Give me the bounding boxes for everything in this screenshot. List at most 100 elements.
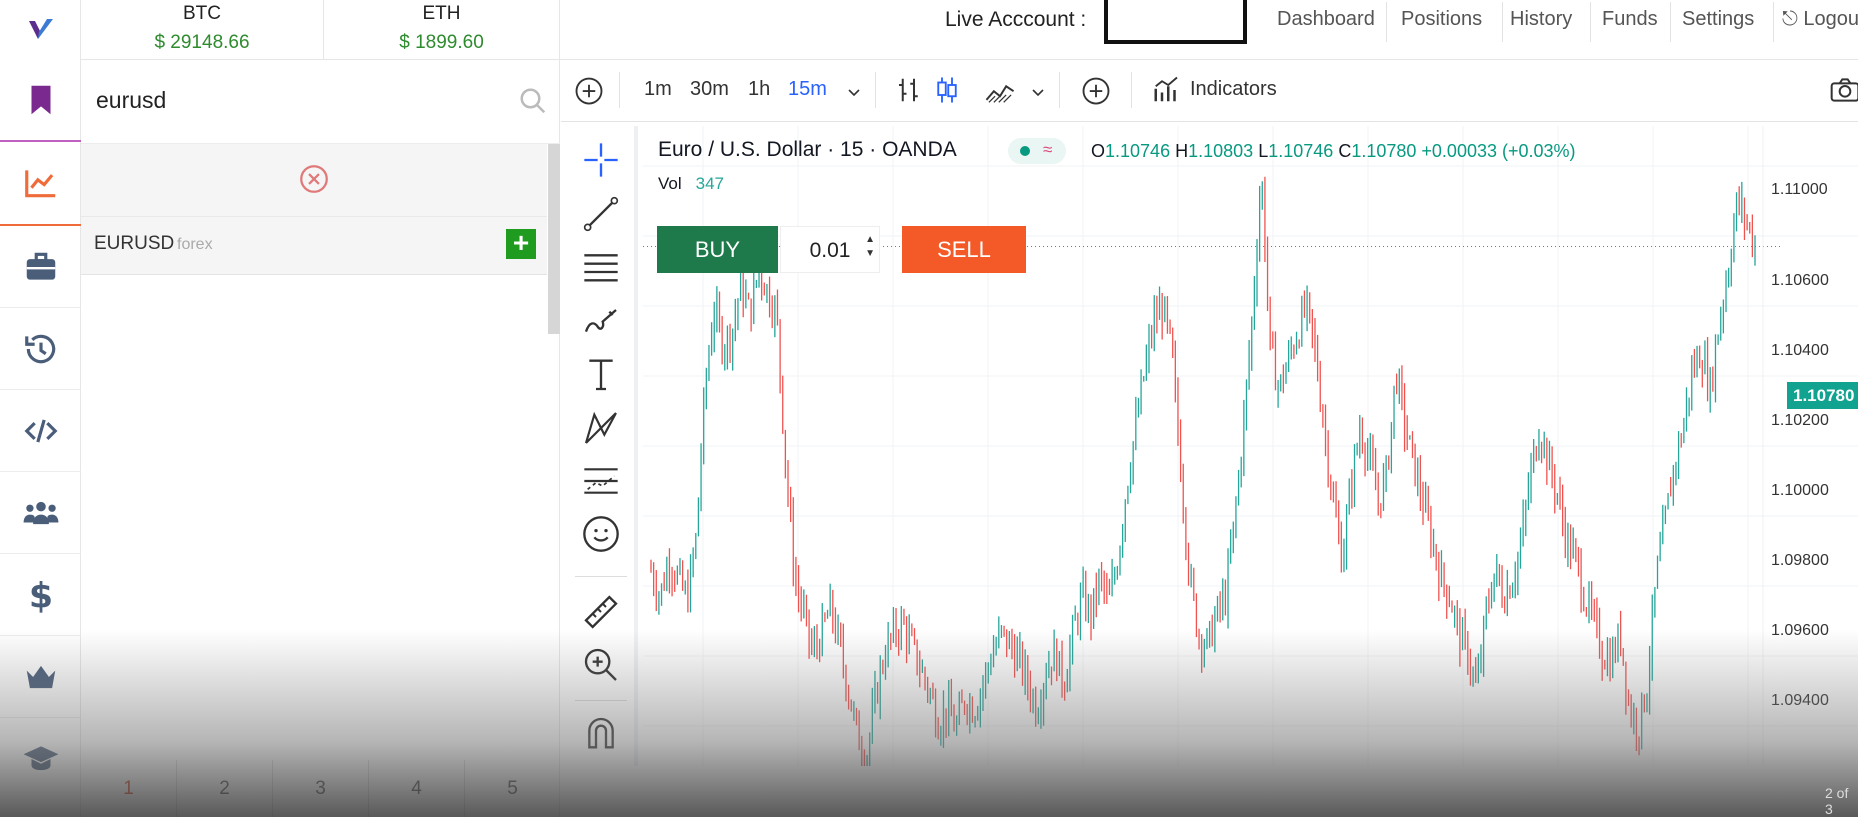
result-type: forex — [177, 236, 213, 253]
stepper-arrows-icon[interactable]: ▲ ▼ — [865, 233, 875, 261]
price-chart[interactable] — [643, 126, 1858, 766]
nav-positions[interactable]: Positions — [1401, 8, 1482, 31]
toolbar-divider — [1059, 72, 1060, 108]
add-symbol-icon[interactable] — [574, 76, 604, 106]
ticker-eth[interactable]: ETH $ 1899.60 — [324, 0, 560, 60]
search-input[interactable] — [96, 80, 496, 120]
chevron-down-icon[interactable] — [1030, 84, 1046, 100]
drawing-toolbar — [565, 126, 638, 766]
price-axis-label: 1.11000 — [1771, 181, 1828, 198]
live-account-label: Live Acccount : — [945, 8, 1087, 31]
indicators-icon[interactable] — [1152, 75, 1182, 105]
interval-15m[interactable]: 15m — [788, 78, 827, 101]
sidebar-item-community[interactable] — [0, 472, 81, 554]
tools-divider — [575, 700, 627, 701]
close-label: C — [1338, 141, 1352, 161]
users-icon — [23, 501, 58, 524]
live-account-value[interactable] — [1104, 0, 1247, 44]
volume-value: 347 — [695, 174, 725, 193]
toolbar-divider — [1131, 72, 1132, 108]
interval-1h[interactable]: 1h — [748, 78, 770, 101]
nav-dashboard[interactable]: Dashboard — [1277, 8, 1375, 31]
page-5[interactable]: 5 — [465, 760, 560, 817]
sidebar-item-funds[interactable]: $ — [0, 554, 81, 636]
scrollbar[interactable] — [548, 144, 560, 334]
smiley-icon — [583, 516, 619, 552]
quantity-stepper[interactable]: 0.01 ▲ ▼ — [780, 226, 880, 273]
sidebar-item-learn[interactable] — [0, 718, 81, 800]
ohlc-values: O1.10746 H1.10803 L1.10746 C1.10780 +0.0… — [1091, 141, 1576, 162]
pattern-icon — [584, 411, 617, 444]
search-icon[interactable] — [518, 86, 548, 116]
tool-brush[interactable] — [577, 296, 625, 344]
sidebar-item-api[interactable] — [0, 390, 81, 472]
crown-icon — [26, 665, 55, 688]
tool-crosshair[interactable] — [577, 136, 625, 184]
tool-measure[interactable] — [577, 588, 625, 636]
page-4[interactable]: 4 — [369, 760, 465, 817]
chevron-down-icon[interactable] — [846, 84, 862, 100]
ruler-icon — [584, 595, 618, 629]
sidebar-item-chart[interactable] — [0, 142, 81, 226]
low-value: 1.10746 — [1268, 141, 1334, 161]
buy-button[interactable]: BUY — [657, 226, 778, 273]
tool-trendline[interactable] — [577, 190, 625, 238]
quantity-value: 0.01 — [809, 239, 851, 262]
tool-text[interactable] — [577, 350, 625, 398]
nav-divider — [1773, 2, 1774, 42]
nav-settings[interactable]: Settings — [1682, 8, 1754, 31]
candles-style-icon[interactable] — [932, 75, 962, 105]
sidebar-item-portfolio[interactable] — [0, 226, 81, 308]
tool-fib[interactable] — [577, 243, 625, 291]
pagination: 1 2 3 4 5 — [81, 760, 560, 817]
bookmark-icon — [31, 85, 50, 115]
tool-prediction[interactable] — [577, 457, 625, 505]
page-3[interactable]: 3 — [273, 760, 369, 817]
bars-style-icon[interactable] — [894, 75, 924, 105]
close-value: 1.10780 — [1351, 141, 1417, 161]
open-label: O — [1091, 141, 1106, 161]
market-status-badge[interactable]: ≈ — [1008, 138, 1066, 164]
tool-magnet[interactable] — [577, 710, 625, 758]
logo[interactable] — [0, 0, 81, 60]
sell-button[interactable]: SELL — [902, 226, 1026, 273]
nav-funds[interactable]: Funds — [1602, 8, 1658, 31]
ticker-symbol: ETH — [422, 3, 461, 24]
interval-30m[interactable]: 30m — [690, 78, 729, 101]
page-2[interactable]: 2 — [177, 760, 273, 817]
sidebar-item-history[interactable] — [0, 308, 81, 390]
interval-1m[interactable]: 1m — [644, 78, 672, 101]
chart-toolbar: 1m 30m 1h 15m Indicators — [561, 60, 1858, 122]
camera-icon[interactable] — [1829, 74, 1858, 106]
area-style-icon[interactable] — [984, 75, 1016, 105]
symbol-legend-title: Euro / U.S. Dollar · 15 · OANDA — [658, 138, 957, 161]
sidebar-item-watchlist[interactable] — [0, 60, 81, 142]
trendline-icon — [583, 196, 619, 232]
tool-zoom[interactable] — [577, 641, 625, 689]
low-label: L — [1258, 141, 1269, 161]
clear-search-row — [81, 144, 547, 217]
sidebar-item-premium[interactable] — [0, 636, 81, 718]
search-result-item[interactable]: EURUSD forex + — [81, 217, 547, 275]
nav-history[interactable]: History — [1510, 8, 1572, 31]
tool-pattern[interactable] — [577, 404, 625, 452]
nav-logout[interactable]: ⎋ Logou — [1782, 8, 1858, 31]
magnet-icon — [588, 717, 614, 749]
change-value: +0.00033 (+0.03%) — [1421, 141, 1576, 161]
page-1[interactable]: 1 — [81, 760, 177, 817]
price-axis-label: 1.09800 — [1771, 552, 1829, 569]
chart-pane[interactable]: Euro / U.S. Dollar · 15 · OANDA ≈ O1.107… — [643, 126, 1858, 766]
add-to-watchlist-button[interactable]: + — [506, 229, 536, 259]
result-symbol: EURUSD — [94, 233, 175, 254]
clear-icon[interactable] — [297, 162, 331, 196]
nav-divider — [1670, 2, 1671, 42]
volume-legend: Vol 347 — [658, 174, 724, 194]
open-value: 1.10746 — [1105, 141, 1171, 161]
indicators-button[interactable]: Indicators — [1190, 78, 1277, 101]
ticker-price: $ 29148.66 — [154, 32, 250, 53]
code-icon — [24, 418, 57, 443]
compare-icon[interactable] — [1081, 76, 1111, 106]
tool-emoji[interactable] — [577, 510, 625, 558]
ticker-btc[interactable]: BTC $ 29148.66 — [81, 0, 324, 60]
volume-label: Vol — [658, 174, 682, 193]
